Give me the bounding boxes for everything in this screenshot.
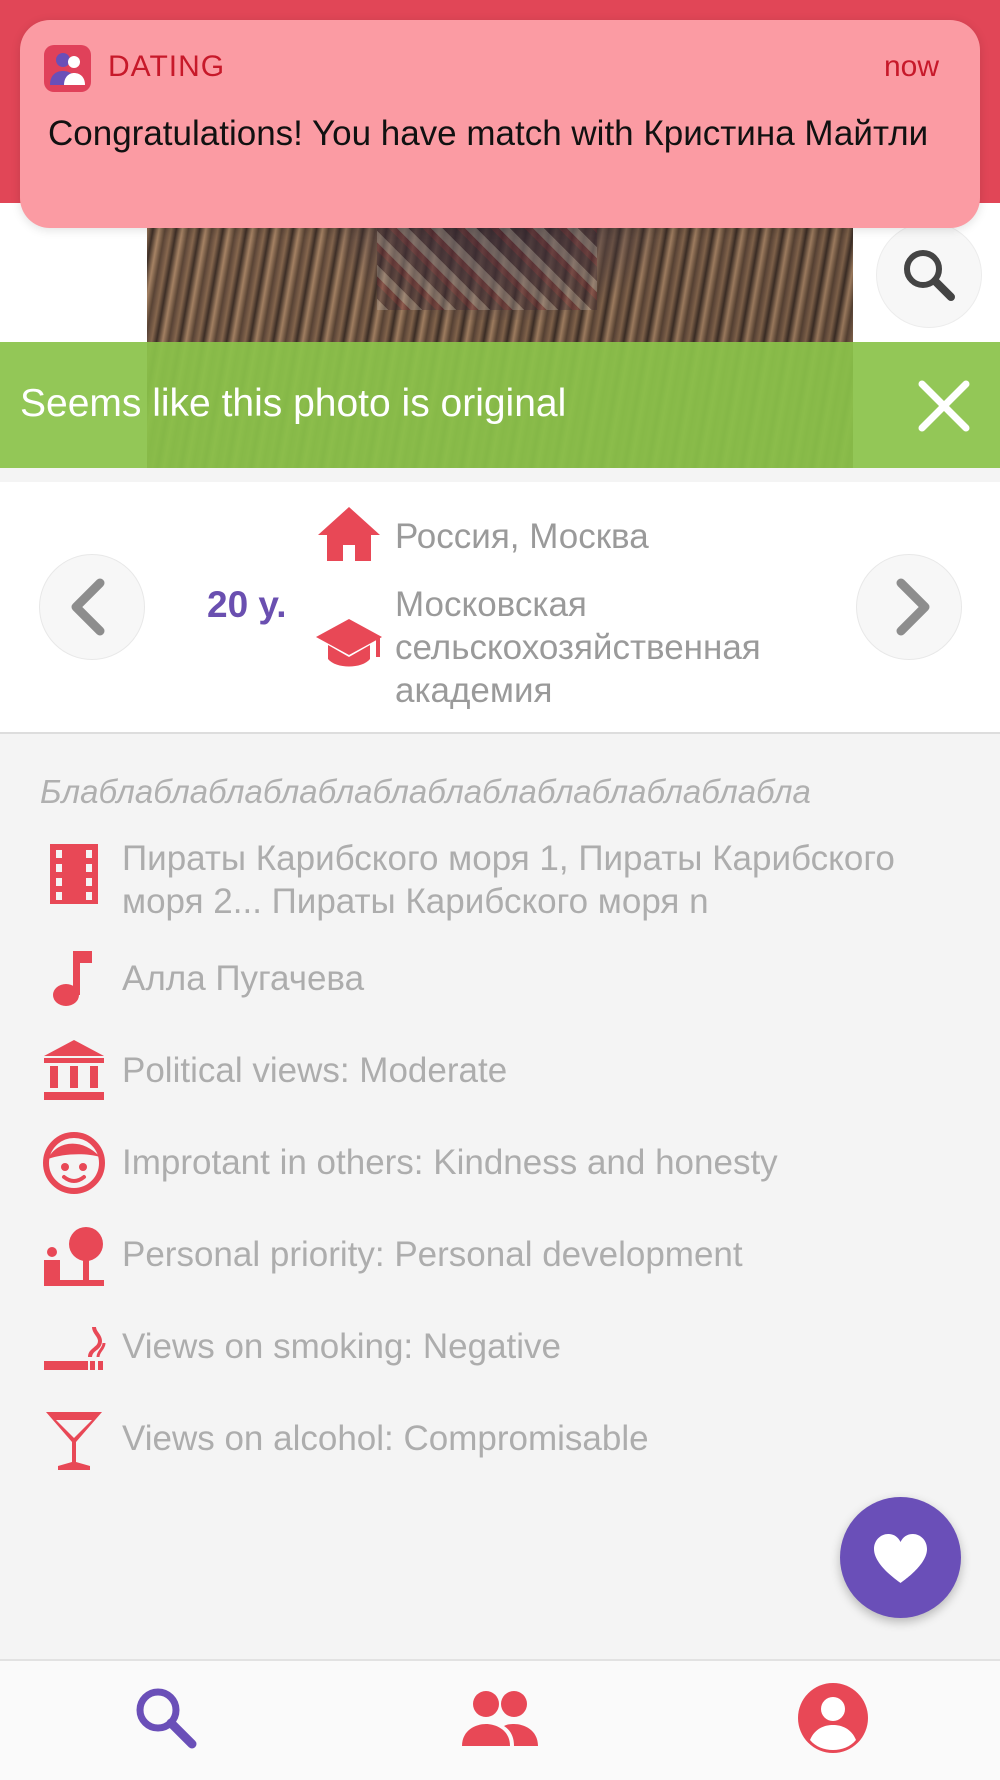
heart-icon xyxy=(874,1534,927,1583)
views-on-smoking-text: Views on smoking: Negative xyxy=(122,1327,562,1366)
next-profile-button[interactable] xyxy=(856,554,962,660)
favorite-music-text: Алла Пугачева xyxy=(122,959,365,998)
favorite-movies-text: Пираты Карибского моря 1, Пираты Карибск… xyxy=(122,839,895,921)
bio-text: Блаблаблаблаблаблаблаблаблаблаблаблаблаб… xyxy=(40,773,811,810)
search-icon xyxy=(904,250,955,301)
home-icon xyxy=(318,507,380,561)
views-on-alcohol-text: Views on alcohol: Compromisable xyxy=(122,1419,649,1458)
notification-message: Congratulations! You have match with Кри… xyxy=(48,114,929,153)
close-icon[interactable] xyxy=(916,378,972,434)
verification-text: Seems like this photo is original xyxy=(20,382,567,425)
location-text: Россия, Москва xyxy=(395,517,649,556)
face-icon xyxy=(43,1132,105,1194)
photo-search-button[interactable] xyxy=(876,222,982,328)
important-in-others-text: Improtant in others: Kindness and honest… xyxy=(122,1143,778,1182)
account-icon[interactable] xyxy=(797,1682,869,1754)
age-label: 20 y. xyxy=(207,584,287,625)
education-text: Московская сельскохозяйственная академия xyxy=(395,585,761,710)
personal-priority-icon xyxy=(44,1227,104,1286)
people-icon[interactable] xyxy=(458,1688,542,1748)
film-icon xyxy=(50,844,98,904)
notification-app-name: DATING xyxy=(108,50,226,83)
music-note-icon xyxy=(53,951,92,1006)
previous-profile-button[interactable] xyxy=(39,554,145,660)
like-button[interactable] xyxy=(840,1497,961,1618)
search-icon[interactable] xyxy=(130,1682,202,1754)
smoking-icon xyxy=(44,1326,106,1370)
political-views-text: Political views: Moderate xyxy=(122,1051,508,1090)
app-icon xyxy=(44,45,91,92)
cocktail-icon xyxy=(46,1412,102,1470)
notification-time: now xyxy=(884,50,940,83)
graduation-cap-icon xyxy=(316,619,382,667)
chevron-right-icon xyxy=(896,578,930,636)
government-building-icon xyxy=(44,1040,104,1100)
personal-priority-text: Personal priority: Personal development xyxy=(122,1235,743,1274)
chevron-left-icon xyxy=(71,578,105,636)
